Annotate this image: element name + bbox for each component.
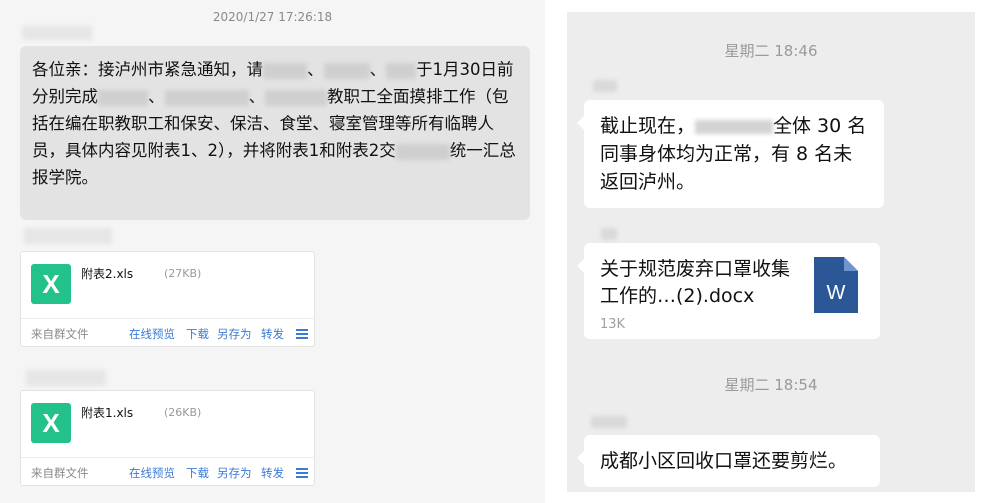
file-message-bubble[interactable]: 关于规范废弃口罩收集工作的…(2).docx 13K W xyxy=(577,243,880,339)
excel-file-icon: X xyxy=(31,403,71,443)
redacted-text xyxy=(695,119,774,134)
file-card[interactable]: X 附表1.xls (26KB) 来自群文件 在线预览 下载 另存为 转发 xyxy=(20,390,315,486)
sender-name-redacted xyxy=(24,228,112,244)
file-size: (27KB) xyxy=(164,267,202,280)
message-timestamp: 2020/1/27 17:26:18 xyxy=(212,10,333,24)
excel-file-icon: X xyxy=(31,264,71,304)
msg-part-5: 、 xyxy=(148,87,165,106)
sender-name-redacted xyxy=(22,26,92,40)
forward-link[interactable]: 转发 xyxy=(261,326,284,342)
word-document-icon: W xyxy=(814,257,858,313)
save-as-link[interactable]: 另存为 xyxy=(217,326,252,342)
file-name[interactable]: 附表1.xls xyxy=(81,404,133,421)
forward-link[interactable]: 转发 xyxy=(261,465,284,481)
file-name[interactable]: 附表2.xls xyxy=(81,265,133,282)
redacted-text xyxy=(164,89,249,106)
preview-online-link[interactable]: 在线预览 xyxy=(129,465,175,481)
text-message-bubble: 成都小区回收口罩还要剪烂。 xyxy=(577,435,880,487)
document-name: 关于规范废弃口罩收集工作的…(2).docx xyxy=(600,258,791,307)
message-text-part: 截止现在， xyxy=(600,115,696,137)
preview-online-link[interactable]: 在线预览 xyxy=(129,326,175,342)
message-timestamp: 星期二 18:46 xyxy=(724,42,818,60)
message-timestamp: 星期二 18:54 xyxy=(724,376,818,394)
left-chat-panel: 2020/1/27 17:26:18 各位亲：接泸州市紧急通知，请、、于1月30… xyxy=(0,0,545,503)
sender-name-redacted xyxy=(601,228,617,240)
file-size: (26KB) xyxy=(164,406,202,419)
hamburger-menu-icon[interactable] xyxy=(296,468,308,480)
right-chat-panel: 星期二 18:46 截止现在， 全体 30 名同事身体均为正常，有 8 名未返回泸… xyxy=(567,12,975,492)
divider xyxy=(21,318,314,319)
msg-part-1: 各位亲：接泸州市紧急通知，请 xyxy=(32,60,263,79)
divider xyxy=(21,457,314,458)
notice-message-bubble: 各位亲：接泸州市紧急通知，请、、于1月30日前分别完成、、教职工全面摸排工作（包… xyxy=(20,46,530,220)
redacted-text xyxy=(265,89,327,106)
word-icon-letter: W xyxy=(827,282,846,304)
sender-name-redacted xyxy=(26,370,106,386)
message-text: 成都小区回收口罩还要剪烂。 xyxy=(600,450,848,472)
text-message-bubble: 截止现在， 全体 30 名同事身体均为正常，有 8 名未返回泸州。 xyxy=(577,100,884,208)
download-link[interactable]: 下载 xyxy=(186,326,209,342)
redacted-text xyxy=(98,89,148,106)
hamburger-menu-icon[interactable] xyxy=(296,329,308,341)
redacted-text xyxy=(395,143,450,160)
document-size: 13K xyxy=(600,317,626,332)
redacted-text xyxy=(386,62,416,79)
sender-name-redacted xyxy=(593,80,617,92)
download-link[interactable]: 下载 xyxy=(186,465,209,481)
msg-part-3: 、 xyxy=(369,60,387,79)
redacted-text xyxy=(323,62,370,79)
sender-name-redacted xyxy=(591,416,627,428)
redacted-text xyxy=(263,62,307,79)
file-source-label: 来自群文件 xyxy=(31,327,89,341)
file-card[interactable]: X 附表2.xls (27KB) 来自群文件 在线预览 下载 另存为 转发 xyxy=(20,251,315,347)
file-source-label: 来自群文件 xyxy=(31,466,89,480)
save-as-link[interactable]: 另存为 xyxy=(217,465,252,481)
msg-part-6: 、 xyxy=(248,87,266,106)
msg-part-2: 、 xyxy=(307,60,324,79)
